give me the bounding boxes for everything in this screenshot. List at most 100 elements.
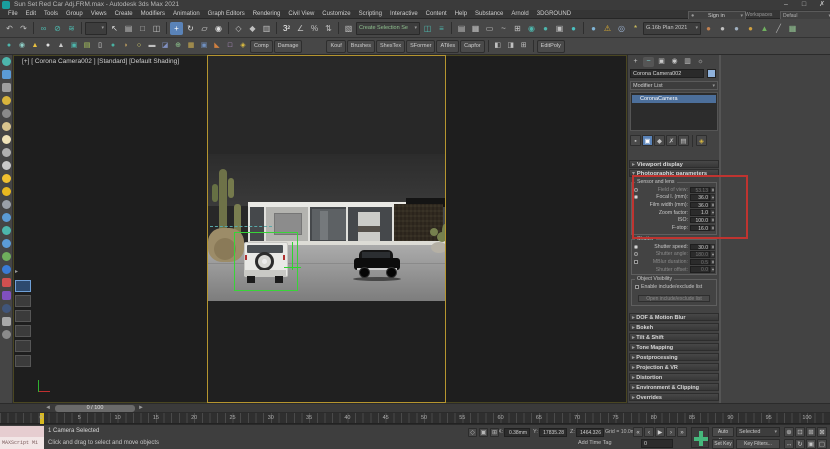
layer-explorer-icon[interactable]: ▦ [469,22,482,35]
menu-create[interactable]: Create [111,11,137,17]
rollout-environment-clipping[interactable]: ▸ Environment & Clipping [629,383,719,391]
mirror-icon[interactable]: ◫ [421,22,434,35]
object-name-field[interactable]: Corona Camera002 [630,69,704,78]
configure-sets-icon[interactable]: ▤ [678,135,689,146]
select-and-move-icon[interactable]: + [170,22,183,35]
maximize-viewport-toggle-icon[interactable]: ▣ [806,439,816,449]
cone-tool-icon[interactable]: ▲ [55,40,67,52]
black-suv[interactable] [353,250,401,282]
previous-frame-button[interactable]: ‹ [644,427,654,437]
rollout-viewport-display[interactable]: ▸Viewport display [629,160,719,168]
unlink-selection-icon[interactable]: ⊘ [51,22,64,35]
schematic-view-icon[interactable]: ⊞ [511,22,524,35]
menu-help[interactable]: Help [451,11,471,17]
rollout-tilt-shift[interactable]: ▸ Tilt & Shift [629,333,719,341]
selection-filter-dropdown[interactable]: ▾ [85,22,107,35]
spray-icon[interactable] [2,96,11,105]
auto-key-button[interactable]: Auto Key [712,427,734,437]
select-by-name-icon[interactable]: ▤ [122,22,135,35]
chamfer-tool-icon[interactable]: ◪ [159,40,171,52]
spinner[interactable] [710,266,715,273]
ribbon-icon[interactable]: ▭ [483,22,496,35]
menu-graph-editors[interactable]: Graph Editors [204,11,249,17]
menu-scripting[interactable]: Scripting [355,11,386,17]
viewport-label[interactable]: [+] [ Corona Camera002 ] [Standard] [Def… [22,58,179,65]
display-tab-icon[interactable]: ▥ [682,57,693,67]
rollout-dof-motion-blur[interactable]: ▸ DOF & Motion Blur [629,313,719,321]
tree-tool-icon[interactable]: ▲ [29,40,41,52]
grid-panel-icon[interactable]: ▦ [786,22,799,35]
minimize-button[interactable]: – [778,0,794,10]
y-coordinate-field[interactable]: 17835.28 [539,428,567,437]
comp-button[interactable]: Comp [250,40,273,53]
rollout-postprocessing[interactable]: ▸ Postprocessing [629,353,719,361]
menu-3dground[interactable]: 3DGROUND [533,11,575,17]
key-filters-button[interactable]: Key Filters... [736,439,780,449]
shestex-button[interactable]: ShesTex [376,40,405,53]
color-grid-icon[interactable] [2,278,11,287]
menu-edit[interactable]: Edit [22,11,40,17]
select-object-icon[interactable]: ↖ [108,22,121,35]
green-sphere-icon[interactable] [2,252,11,261]
photo-icon[interactable] [2,70,11,79]
fan-icon[interactable] [2,200,11,209]
teapot-gray-icon[interactable]: ● [716,22,729,35]
split-quad-icon[interactable]: ⊞ [518,40,530,52]
menu-animation[interactable]: Animation [169,11,204,17]
purple-grid-icon[interactable] [2,291,11,300]
layout-tab-2[interactable] [15,295,31,307]
forest-pack-icon[interactable]: ▲ [758,22,771,35]
make-unique-icon[interactable]: ◆ [654,135,665,146]
render-setup-icon[interactable]: ● [539,22,552,35]
spinner[interactable] [710,244,715,251]
rollout-bokeh[interactable]: ▸ Bokeh [629,323,719,331]
drop-icon[interactable] [2,226,11,235]
menu-rendering[interactable]: Rendering [249,11,285,17]
angle-snap-icon[interactable]: ∠ [294,22,307,35]
split-right-icon[interactable]: ◨ [505,40,517,52]
menu-group[interactable]: Group [62,11,87,17]
zoom-all-icon[interactable]: ⊡ [795,427,805,437]
paint-tool-icon[interactable]: ● [3,40,15,52]
spinner-snap-icon[interactable]: ⇅ [322,22,335,35]
shell-tool-icon[interactable]: ◗ [120,40,132,52]
menu-arnold[interactable]: Arnold [507,11,532,17]
sformer-button[interactable]: SFormer [406,40,435,53]
param-value-field[interactable]: 180.0 [690,251,710,258]
flyout-arrow-icon[interactable]: ▸ [15,268,23,276]
bulb-tool-icon[interactable]: ○ [133,40,145,52]
play-button[interactable]: ▶ [655,427,665,437]
checkbox[interactable] [634,285,640,290]
menu-customize[interactable]: Customize [318,11,354,17]
rollout-tone-mapping[interactable]: ▸ Tone Mapping [629,343,719,351]
cream-sphere-icon[interactable] [2,135,11,144]
maxscript-mini-listener[interactable]: MAXScript Mi [0,437,44,449]
wrench-icon[interactable]: ╱ [772,22,785,35]
spinner[interactable] [710,259,715,266]
plugin-preset-dropdown[interactable]: G.16b Plan 2021▾ [643,22,701,35]
checkbox[interactable] [633,259,639,264]
undo-icon[interactable]: ↶ [3,22,16,35]
trackbar-right-arrow-icon[interactable]: ► [138,405,144,412]
target-icon[interactable]: ◎ [615,22,628,35]
rendered-frame-icon[interactable]: ▣ [553,22,566,35]
radio-button[interactable] [633,244,639,249]
rectangular-selection-icon[interactable]: □ [136,22,149,35]
scene-explorer-icon[interactable]: ▤ [455,22,468,35]
redo-icon[interactable]: ↷ [17,22,30,35]
create-tab-icon[interactable]: + [630,57,641,67]
camera-safe-frame[interactable] [207,55,446,403]
menu-views[interactable]: Views [87,11,111,17]
spray-tool-icon[interactable]: ◉ [16,40,28,52]
donut-icon[interactable] [2,148,11,157]
key-selection-dropdown[interactable]: Selected▾ [736,427,780,437]
split-left-icon[interactable]: ◧ [492,40,504,52]
rollout-distortion[interactable]: ▸ Distortion [629,373,719,381]
select-and-manipulate-icon[interactable]: ◆ [246,22,259,35]
swirl-icon[interactable] [2,57,11,66]
layout-tab-6[interactable] [15,355,31,367]
slab-tool-icon[interactable]: ▬ [146,40,158,52]
pin-icon[interactable] [2,109,11,118]
render-iterative-icon[interactable]: ● [587,22,600,35]
x-coordinate-field[interactable]: 0.38mm [504,428,530,437]
